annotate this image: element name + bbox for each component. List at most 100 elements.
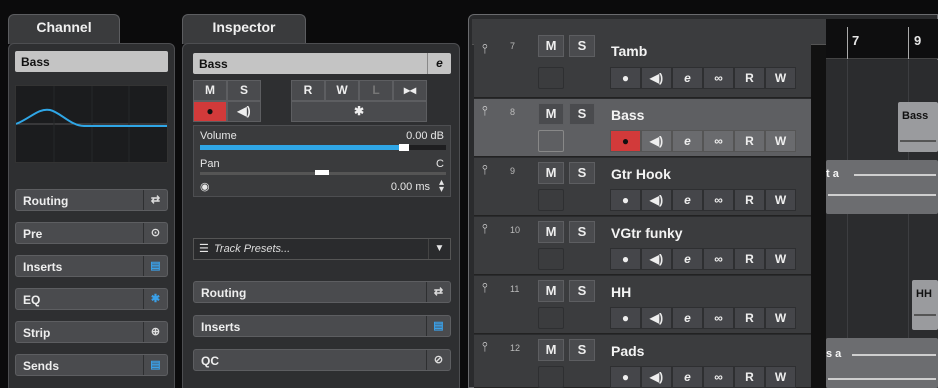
track-solo-button[interactable]: S	[569, 221, 595, 243]
channel-sends-button[interactable]: Sends ▤	[15, 354, 168, 376]
track-presets-dropdown[interactable]: ☰ Track Presets... ▼	[193, 238, 451, 260]
eq-curve-display[interactable]	[15, 85, 168, 163]
audio-clip-hh[interactable]: HH	[912, 280, 938, 330]
monitor-button[interactable]: ◀)	[641, 189, 672, 211]
inspector-qc-button[interactable]: QC ⊘	[193, 349, 451, 371]
pan-handle[interactable]	[315, 170, 329, 175]
track-color-box[interactable]	[538, 248, 564, 270]
speaker-icon[interactable]: ◀)	[227, 101, 261, 122]
track-row-gtr-hook[interactable]: ⫯ 9 M S Gtr Hook ● ◀) e ∞ R W	[474, 158, 811, 216]
routing-icon[interactable]: ⇄	[143, 190, 167, 210]
edit-instrument-icon[interactable]: e	[427, 53, 451, 74]
link-icon[interactable]: ∞	[703, 307, 734, 329]
record-enable-button[interactable]: ●	[610, 67, 641, 89]
read-automation-button[interactable]: R	[734, 366, 765, 388]
track-mute-button[interactable]: M	[538, 35, 564, 57]
track-color-box[interactable]	[538, 67, 564, 89]
channel-inserts-button[interactable]: Inserts ▤	[15, 255, 168, 277]
tab-inspector[interactable]: Inspector	[182, 14, 306, 44]
track-name[interactable]: Tamb	[611, 43, 647, 59]
edit-channel-button[interactable]: e	[672, 67, 703, 89]
inspector-mute-button[interactable]: M	[193, 80, 227, 101]
inserts-icon[interactable]: ▤	[143, 256, 167, 276]
track-name[interactable]: Bass	[611, 107, 644, 123]
track-row-pads[interactable]: ⫯ 12 M S Pads ● ◀) e ∞ R W	[474, 335, 811, 388]
read-automation-button[interactable]: R	[734, 130, 765, 152]
track-row-bass[interactable]: ⫯ 8 M S Bass ● ◀) e ∞ R W	[474, 99, 811, 157]
routing-icon[interactable]: ⇄	[426, 282, 450, 302]
audio-clip-bass[interactable]: Bass	[898, 102, 938, 152]
write-automation-button[interactable]: W	[765, 248, 796, 270]
chevron-down-icon[interactable]: ▼	[428, 239, 450, 259]
edit-channel-button[interactable]: e	[672, 307, 703, 329]
track-mute-button[interactable]: M	[538, 339, 564, 361]
strip-icon[interactable]: ⊕	[143, 322, 167, 342]
delay-stepper-icon[interactable]: ▴ ▾	[439, 178, 444, 195]
track-row-hh[interactable]: ⫯ 11 M S HH ● ◀) e ∞ R W	[474, 276, 811, 334]
edit-channel-button[interactable]: e	[672, 248, 703, 270]
link-icon[interactable]: ∞	[703, 130, 734, 152]
write-automation-button[interactable]: W	[765, 130, 796, 152]
write-automation-button[interactable]: W	[765, 189, 796, 211]
record-enable-button[interactable]: ●	[610, 189, 641, 211]
inspector-record-button[interactable]: ●	[193, 101, 227, 122]
track-row-tamb[interactable]: ⫯ 7 M S Tamb ● ◀) e ∞ R W	[474, 35, 811, 98]
track-solo-button[interactable]: S	[569, 280, 595, 302]
record-enable-button[interactable]: ●	[610, 366, 641, 388]
track-mute-button[interactable]: M	[538, 221, 564, 243]
channel-eq-button[interactable]: EQ ✱	[15, 288, 168, 310]
edit-channel-button[interactable]: e	[672, 189, 703, 211]
tab-channel[interactable]: Channel	[8, 14, 120, 44]
inspector-inserts-button[interactable]: Inserts ▤	[193, 315, 451, 337]
inspector-read-button[interactable]: R	[291, 80, 325, 101]
monitor-button[interactable]: ◀)	[641, 130, 672, 152]
audio-clip-gtr-hook[interactable]: t a	[826, 160, 938, 214]
track-mute-button[interactable]: M	[538, 162, 564, 184]
track-name[interactable]: HH	[611, 284, 631, 300]
inspector-expand-icon[interactable]: ▸◂	[393, 80, 427, 101]
write-automation-button[interactable]: W	[765, 366, 796, 388]
channel-routing-button[interactable]: Routing ⇄	[15, 189, 168, 211]
link-icon[interactable]: ∞	[703, 67, 734, 89]
sends-icon[interactable]: ▤	[143, 355, 167, 375]
monitor-button[interactable]: ◀)	[641, 248, 672, 270]
write-automation-button[interactable]: W	[765, 67, 796, 89]
write-automation-button[interactable]: W	[765, 307, 796, 329]
volume-slider[interactable]	[200, 144, 446, 151]
monitor-button[interactable]: ◀)	[641, 67, 672, 89]
inspector-track-name[interactable]: Bass e	[193, 53, 451, 74]
track-solo-button[interactable]: S	[569, 35, 595, 57]
track-mute-button[interactable]: M	[538, 103, 564, 125]
record-enable-button[interactable]: ●	[610, 307, 641, 329]
track-name[interactable]: Gtr Hook	[611, 166, 671, 182]
track-color-box[interactable]	[538, 189, 564, 211]
inserts-icon[interactable]: ▤	[426, 316, 450, 336]
eq-icon[interactable]: ✱	[143, 289, 167, 309]
channel-strip-button[interactable]: Strip ⊕	[15, 321, 168, 343]
qc-icon[interactable]: ⊘	[426, 350, 450, 370]
track-solo-button[interactable]: S	[569, 162, 595, 184]
volume-handle[interactable]	[399, 144, 410, 151]
inspector-lock-button[interactable]: L	[359, 80, 393, 101]
track-solo-button[interactable]: S	[569, 103, 595, 125]
record-enable-button[interactable]: ●	[610, 248, 641, 270]
track-color-box[interactable]	[538, 366, 564, 388]
channel-track-name[interactable]: Bass	[15, 51, 168, 72]
monitor-button[interactable]: ◀)	[641, 366, 672, 388]
inspector-write-button[interactable]: W	[325, 80, 359, 101]
delay-value[interactable]: 0.00 ms	[391, 181, 430, 193]
link-icon[interactable]: ∞	[703, 366, 734, 388]
edit-channel-button[interactable]: e	[672, 366, 703, 388]
audio-clip-pads[interactable]: s a	[826, 338, 938, 388]
inspector-solo-button[interactable]: S	[227, 80, 261, 101]
timeline-ruler[interactable]: 7 9	[826, 19, 938, 59]
track-color-box[interactable]	[538, 307, 564, 329]
track-solo-button[interactable]: S	[569, 339, 595, 361]
record-enable-button[interactable]: ●	[610, 130, 641, 152]
inspector-routing-button[interactable]: Routing ⇄	[193, 281, 451, 303]
track-color-box[interactable]	[538, 130, 564, 152]
read-automation-button[interactable]: R	[734, 248, 765, 270]
track-list-scrollbar[interactable]	[811, 45, 826, 388]
track-row-vgtr-funky[interactable]: ⫯ 10 M S VGtr funky ● ◀) e ∞ R W	[474, 217, 811, 275]
pan-slider[interactable]	[200, 170, 446, 175]
